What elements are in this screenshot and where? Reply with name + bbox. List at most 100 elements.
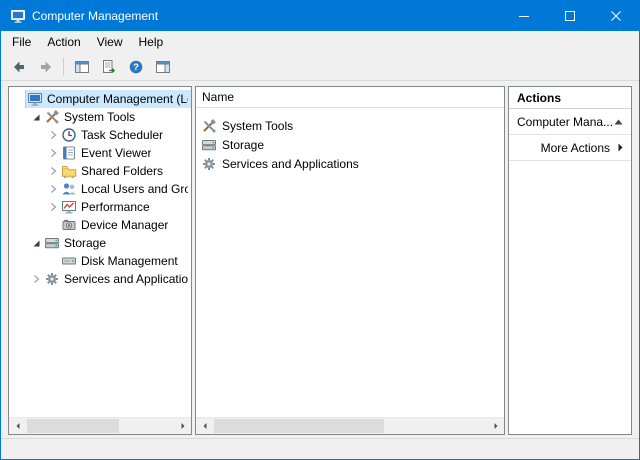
tree-item-content: System Tools: [43, 108, 191, 126]
scroll-left-button[interactable]: [9, 418, 26, 434]
tree-item-services-and-applications[interactable]: Services and Applications: [9, 270, 191, 288]
tree-item-task-scheduler[interactable]: Task Scheduler: [9, 126, 191, 144]
scroll-right-icon: [492, 422, 500, 430]
back-button[interactable]: [6, 55, 31, 79]
menu-view[interactable]: View: [89, 32, 131, 52]
services-icon: [44, 271, 60, 287]
collapse-group-icon[interactable]: [614, 119, 623, 125]
column-header-name[interactable]: Name: [196, 87, 504, 108]
actions-pane-title: Actions: [509, 87, 631, 109]
tree-item-content: Device Manager: [60, 216, 191, 234]
scroll-right-button[interactable]: [174, 418, 191, 434]
scrollbar-thumb[interactable]: [214, 419, 384, 433]
window-title: Computer Management: [32, 9, 158, 23]
close-button[interactable]: [593, 1, 639, 31]
close-icon: [611, 11, 621, 21]
expand-tree-icon[interactable]: [45, 200, 60, 214]
computer-icon: [27, 91, 43, 107]
toolbar-separator: [63, 58, 64, 76]
minimize-button[interactable]: [501, 1, 547, 31]
tools-icon: [201, 118, 217, 134]
tree-item-label: Event Viewer: [81, 146, 151, 160]
storage-icon: [201, 137, 217, 153]
console-tree-icon: [74, 59, 90, 75]
expand-tree-icon[interactable]: [45, 146, 60, 160]
storage-icon: [44, 235, 60, 251]
tree-item-label: Disk Management: [81, 254, 178, 268]
minimize-icon: [519, 11, 529, 21]
tree-item-content: Disk Management: [60, 252, 191, 270]
tree-item-label: Services and Applications: [64, 272, 188, 286]
tree-item-label: Shared Folders: [81, 164, 163, 178]
svg-text:?: ?: [133, 62, 139, 73]
folder-shared-icon: [61, 163, 77, 179]
tree-item-label: Local Users and Groups: [81, 182, 188, 196]
forward-button[interactable]: [33, 55, 58, 79]
show-actions-pane-button[interactable]: [150, 55, 175, 79]
scroll-left-button[interactable]: [196, 418, 213, 434]
collapse-tree-icon[interactable]: [28, 110, 43, 124]
expand-tree-icon[interactable]: [45, 182, 60, 196]
help-button[interactable]: ?: [123, 55, 148, 79]
tree-item-disk-management[interactable]: Disk Management: [9, 252, 191, 270]
expand-tree-icon[interactable]: [45, 164, 60, 178]
tree-horizontal-scrollbar[interactable]: [9, 417, 191, 434]
forward-arrow-icon: [38, 59, 54, 75]
actions-group-computer-management[interactable]: Computer Mana...: [509, 109, 631, 135]
expand-tree-icon[interactable]: [45, 128, 60, 142]
console-tree-pane: Computer Management (Local System Tools Ta…: [8, 86, 192, 435]
list-item-label: System Tools: [222, 119, 293, 133]
list-item-system-tools[interactable]: System Tools: [196, 116, 504, 135]
window-controls: [501, 1, 639, 31]
more-actions-label: More Actions: [541, 141, 610, 155]
maximize-icon: [565, 11, 575, 21]
actions-pane-icon: [155, 59, 171, 75]
tree-item-content: Event Viewer: [60, 144, 191, 162]
tree-item-event-viewer[interactable]: Event Viewer: [9, 144, 191, 162]
expand-tree-icon[interactable]: [28, 272, 43, 286]
tree-item-label: Device Manager: [81, 218, 168, 232]
column-header-label: Name: [202, 90, 234, 104]
menu-help[interactable]: Help: [131, 32, 172, 52]
tree-item-content: Storage: [43, 234, 191, 252]
list-item-storage[interactable]: Storage: [196, 135, 504, 154]
results-pane: Name System Tools StorageServices and App…: [195, 86, 505, 435]
scroll-left-icon: [14, 422, 22, 430]
scroll-right-button[interactable]: [487, 418, 504, 434]
export-list-button[interactable]: [96, 55, 121, 79]
export-list-icon: [101, 59, 117, 75]
device-icon: [61, 217, 77, 233]
tree-item-label: Task Scheduler: [81, 128, 163, 142]
list-item-services-and-applications[interactable]: Services and Applications: [196, 154, 504, 173]
scrollbar-track[interactable]: [213, 418, 487, 434]
list-horizontal-scrollbar[interactable]: [196, 417, 504, 434]
more-actions-button[interactable]: More Actions: [509, 135, 631, 161]
scroll-right-icon: [179, 422, 187, 430]
tree-item-label: System Tools: [64, 110, 135, 124]
menu-bar: File Action View Help: [1, 31, 639, 53]
menu-action[interactable]: Action: [39, 32, 88, 52]
toolbar: ?: [1, 53, 639, 81]
tree-item-performance[interactable]: Performance: [9, 198, 191, 216]
collapse-tree-icon[interactable]: [28, 236, 43, 250]
maximize-button[interactable]: [547, 1, 593, 31]
tree-item-device-manager[interactable]: Device Manager: [9, 216, 191, 234]
tree-item-local-users-and-groups[interactable]: Local Users and Groups: [9, 180, 191, 198]
scrollbar-thumb[interactable]: [27, 419, 119, 433]
tree-item-system-tools[interactable]: System Tools: [9, 108, 191, 126]
results-list: System Tools StorageServices and Applicat…: [196, 108, 504, 417]
scrollbar-track[interactable]: [26, 418, 174, 434]
computer-management-app-icon: [10, 8, 26, 24]
tree-item-computer-management-local[interactable]: Computer Management (Local: [9, 90, 191, 108]
menu-file[interactable]: File: [4, 32, 39, 52]
tree-item-shared-folders[interactable]: Shared Folders: [9, 162, 191, 180]
tree-item-content: Performance: [60, 198, 191, 216]
show-console-tree-button[interactable]: [69, 55, 94, 79]
title-bar[interactable]: Computer Management: [1, 1, 639, 31]
tree-item-content: Computer Management (Local: [26, 90, 191, 108]
tree-item-storage[interactable]: Storage: [9, 234, 191, 252]
tree-item-content: Task Scheduler: [60, 126, 191, 144]
scroll-left-icon: [201, 422, 209, 430]
expander-spacer: [11, 92, 26, 106]
status-bar: [1, 438, 639, 459]
